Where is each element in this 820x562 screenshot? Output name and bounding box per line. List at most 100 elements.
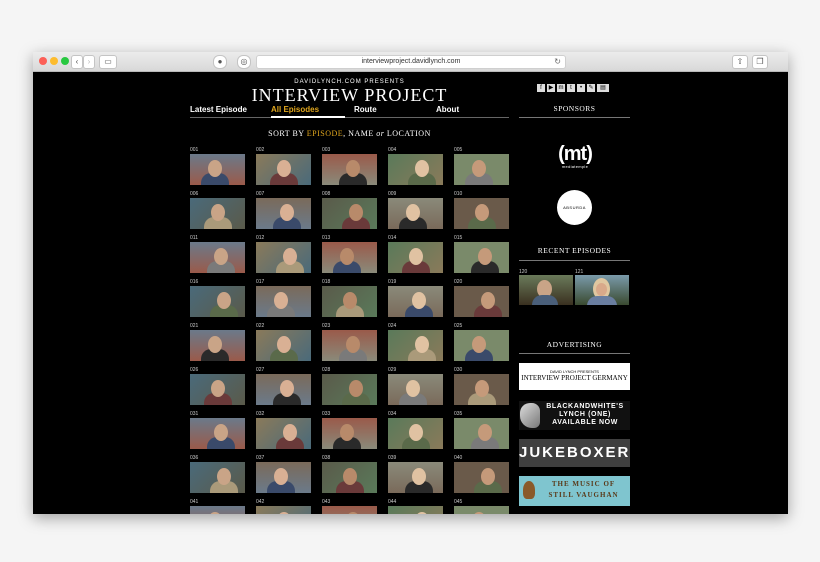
episode-thumbnail[interactable] [256,330,311,361]
nav-all-episodes[interactable]: All Episodes [271,105,319,114]
ad-still-vaughan[interactable]: THE MUSIC OF STILL VAUGHAN [519,476,630,506]
ad-lynch-one[interactable]: BLACKANDWHITE'S LYNCH (ONE) AVAILABLE NO… [519,401,630,430]
episode-tile[interactable]: 040 [454,455,510,493]
episode-tile[interactable]: 027 [256,367,312,405]
privacy-icon[interactable]: ● [213,55,227,69]
episode-tile[interactable]: 045 [454,499,510,514]
episode-tile[interactable]: 013 [322,235,378,273]
episode-thumbnail[interactable] [388,198,443,229]
episode-thumbnail[interactable] [388,374,443,405]
recent-thumbnail[interactable] [519,275,573,305]
episode-thumbnail[interactable] [190,242,245,273]
episode-tile[interactable]: 044 [388,499,444,514]
episode-thumbnail[interactable] [388,242,443,273]
episode-thumbnail[interactable] [322,506,377,514]
episode-tile[interactable]: 035 [454,411,510,449]
episode-tile[interactable]: 031 [190,411,246,449]
episode-thumbnail[interactable] [256,506,311,514]
episode-tile[interactable]: 037 [256,455,312,493]
recent-thumbnail[interactable] [575,275,629,305]
episode-thumbnail[interactable] [256,374,311,405]
episode-thumbnail[interactable] [322,154,377,185]
nav-latest-episode[interactable]: Latest Episode [190,105,247,114]
episode-tile[interactable]: 020 [454,279,510,317]
episode-tile[interactable]: 024 [388,323,444,361]
episode-tile[interactable]: 018 [322,279,378,317]
episode-tile[interactable]: 016 [190,279,246,317]
episode-tile[interactable]: 041 [190,499,246,514]
absurda-logo[interactable]: ABSURDA [557,190,592,225]
sidebar-toggle-icon[interactable]: ▭ [99,55,117,69]
episode-thumbnail[interactable] [454,242,509,273]
extension-icon[interactable]: ◎ [237,55,251,69]
episode-tile[interactable]: 042 [256,499,312,514]
site-title[interactable]: INTERVIEW PROJECT [190,85,509,106]
sort-location-link[interactable]: LOCATION [387,129,431,138]
episode-thumbnail[interactable] [322,418,377,449]
tabs-icon[interactable]: ❐ [752,55,768,69]
zoom-window-button[interactable] [61,57,69,65]
facebook-icon[interactable]: f [537,84,545,92]
episode-thumbnail[interactable] [322,462,377,493]
blog-icon[interactable]: ✎ [587,84,595,92]
episode-tile[interactable]: 006 [190,191,246,229]
back-button[interactable]: ‹ [71,55,83,69]
ad-interview-project-germany[interactable]: DAVID LYNCH PRESENTS INTERVIEW PROJECT G… [519,363,630,390]
share-icon[interactable]: ⇧ [732,55,748,69]
episode-tile[interactable]: 012 [256,235,312,273]
episode-thumbnail[interactable] [388,286,443,317]
episode-tile[interactable]: 029 [388,367,444,405]
episode-thumbnail[interactable] [190,286,245,317]
episode-tile[interactable]: 014 [388,235,444,273]
episode-tile[interactable]: 023 [322,323,378,361]
episode-tile[interactable]: 003 [322,147,378,185]
episode-tile[interactable]: 036 [190,455,246,493]
episode-thumbnail[interactable] [322,330,377,361]
episode-thumbnail[interactable] [322,242,377,273]
episode-thumbnail[interactable] [322,198,377,229]
episode-thumbnail[interactable] [454,154,509,185]
reload-icon[interactable]: ↻ [554,56,561,68]
episode-tile[interactable]: 038 [322,455,378,493]
episode-tile[interactable]: 015 [454,235,510,273]
episode-thumbnail[interactable] [190,462,245,493]
episode-tile[interactable]: 019 [388,279,444,317]
episode-thumbnail[interactable] [256,242,311,273]
episode-thumbnail[interactable] [256,154,311,185]
forward-button[interactable]: › [83,55,95,69]
episode-thumbnail[interactable] [388,154,443,185]
episode-thumbnail[interactable] [190,374,245,405]
minimize-window-button[interactable] [50,57,58,65]
episode-tile[interactable]: 011 [190,235,246,273]
episode-tile[interactable]: 010 [454,191,510,229]
rss-icon[interactable]: ▤ [597,84,609,92]
episode-thumbnail[interactable] [388,330,443,361]
episode-tile[interactable]: 004 [388,147,444,185]
episode-thumbnail[interactable] [454,286,509,317]
episode-thumbnail[interactable] [454,506,509,514]
sort-name-link[interactable]: , NAME [343,129,374,138]
episode-tile[interactable]: 017 [256,279,312,317]
episode-tile[interactable]: 030 [454,367,510,405]
episode-thumbnail[interactable] [454,462,509,493]
episode-tile[interactable]: 007 [256,191,312,229]
episode-tile[interactable]: 008 [322,191,378,229]
recent-episode-120[interactable]: 120 [519,269,574,305]
twitter-icon[interactable]: t [567,84,575,92]
episode-thumbnail[interactable] [454,418,509,449]
mediatemple-logo[interactable]: (mt) mediatemple [544,144,606,169]
episode-thumbnail[interactable] [454,198,509,229]
episode-thumbnail[interactable] [322,286,377,317]
episode-tile[interactable]: 043 [322,499,378,514]
episode-thumbnail[interactable] [256,418,311,449]
episode-tile[interactable]: 002 [256,147,312,185]
episode-thumbnail[interactable] [388,462,443,493]
episode-tile[interactable]: 033 [322,411,378,449]
episode-thumbnail[interactable] [256,286,311,317]
episode-tile[interactable]: 005 [454,147,510,185]
episode-thumbnail[interactable] [454,374,509,405]
nav-about[interactable]: About [436,105,459,114]
episode-tile[interactable]: 009 [388,191,444,229]
address-bar[interactable]: interviewproject.davidlynch.com ↻ [256,55,566,69]
episode-tile[interactable]: 034 [388,411,444,449]
